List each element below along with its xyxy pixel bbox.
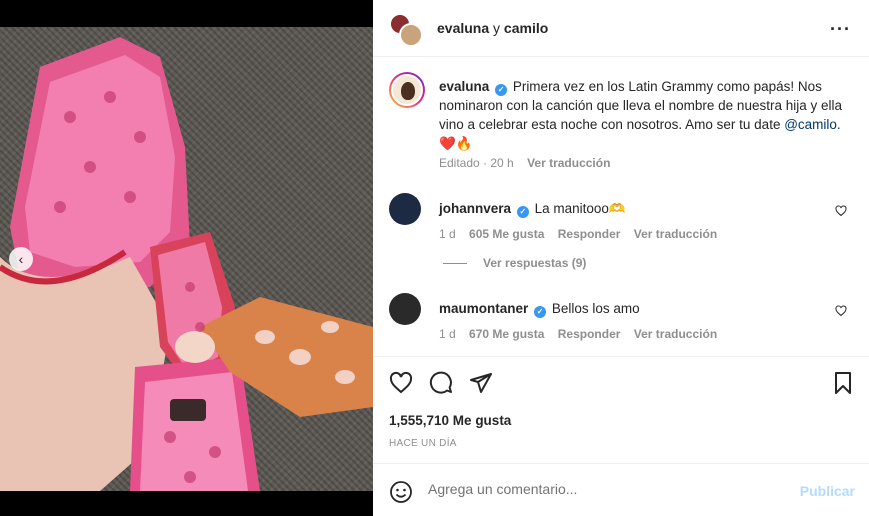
comment-item: maumontaner ✓ Bellos los amo 1 d 670 Me … — [389, 293, 859, 353]
post-panel: evaluna y camilo ··· evaluna ✓ Primera v… — [373, 0, 869, 516]
comment-translate-link[interactable]: Ver traducción — [634, 327, 717, 341]
caption-avatar[interactable] — [389, 72, 425, 108]
header-username[interactable]: evaluna — [437, 20, 489, 36]
caption-edited: Editado · 20 h — [439, 156, 514, 170]
view-replies-label[interactable]: Ver respuestas (9) — [483, 256, 586, 270]
bookmark-icon[interactable] — [831, 371, 855, 395]
comment-time: 1 d — [439, 327, 456, 341]
caption-meta: Editado · 20 h Ver traducción — [439, 156, 610, 170]
caption-text-block: evaluna ✓ Primera vez en los Latin Gramm… — [439, 77, 849, 153]
comment-text: Bellos los amo — [551, 301, 640, 316]
comment-item: johannvera ✓ La manitooo🫶 1 d 605 Me gus… — [389, 193, 859, 253]
likes-count[interactable]: 1,555,710 Me gusta — [389, 413, 511, 428]
comment-username[interactable]: johannvera — [439, 201, 511, 216]
photo-illustration — [0, 37, 373, 491]
comment-reply-button[interactable]: Responder — [558, 227, 621, 241]
heart-icon[interactable] — [835, 305, 847, 317]
verified-icon: ✓ — [495, 84, 508, 96]
post-button[interactable]: Publicar — [800, 483, 855, 499]
emoji-icon[interactable] — [389, 480, 413, 504]
comment-likes[interactable]: 670 Me gusta — [469, 327, 544, 341]
avatar — [391, 74, 423, 106]
comment-icon[interactable] — [429, 371, 453, 395]
avatar[interactable] — [389, 293, 421, 325]
more-horizontal-icon[interactable]: ··· — [830, 19, 851, 40]
comment-likes[interactable]: 605 Me gusta — [469, 227, 544, 241]
comment-translate-link[interactable]: Ver traducción — [634, 227, 717, 241]
avatar — [399, 23, 423, 47]
caption-mention[interactable]: @camilo. — [784, 117, 840, 132]
comment-time: 1 d — [439, 227, 456, 241]
header-collaborator[interactable]: camilo — [504, 20, 548, 36]
post-media: ‹ — [0, 0, 373, 516]
comment-username[interactable]: maumontaner — [439, 301, 528, 316]
collab-avatars[interactable] — [389, 13, 423, 47]
comment-meta: 1 d 670 Me gusta Responder Ver traducció… — [439, 327, 727, 341]
post-actions: 1,555,710 Me gusta HACE UN DÍA Publicar — [373, 356, 869, 516]
heart-icon[interactable] — [389, 371, 413, 395]
comment-input[interactable] — [428, 481, 788, 497]
avatar[interactable] — [389, 193, 421, 225]
comment-reply-button[interactable]: Responder — [558, 327, 621, 341]
comment-text-block: johannvera ✓ La manitooo🫶 — [439, 201, 626, 218]
post-header: evaluna y camilo ··· — [373, 0, 869, 57]
carousel-prev-button[interactable]: ‹ — [9, 247, 33, 271]
comment-text-block: maumontaner ✓ Bellos los amo — [439, 301, 640, 318]
comment-text: La manitooo🫶 — [534, 201, 626, 216]
divider — [443, 262, 467, 264]
verified-icon: ✓ — [516, 206, 529, 218]
header-usernames: evaluna y camilo — [437, 20, 548, 36]
share-icon[interactable] — [469, 371, 493, 395]
verified-icon: ✓ — [534, 306, 547, 318]
post-photo[interactable] — [0, 27, 373, 491]
caption-username[interactable]: evaluna — [439, 79, 489, 94]
chevron-left-icon: ‹ — [18, 251, 24, 267]
view-replies[interactable]: Ver respuestas (9) — [443, 256, 586, 270]
caption-translate-link[interactable]: Ver traducción — [527, 156, 610, 170]
post-timestamp: HACE UN DÍA — [389, 438, 457, 449]
header-joiner: y — [493, 20, 501, 36]
caption-emojis: ❤️🔥 — [439, 136, 473, 151]
comment-meta: 1 d 605 Me gusta Responder Ver traducció… — [439, 227, 727, 241]
heart-icon[interactable] — [835, 205, 847, 217]
add-comment-bar: Publicar — [373, 463, 869, 516]
